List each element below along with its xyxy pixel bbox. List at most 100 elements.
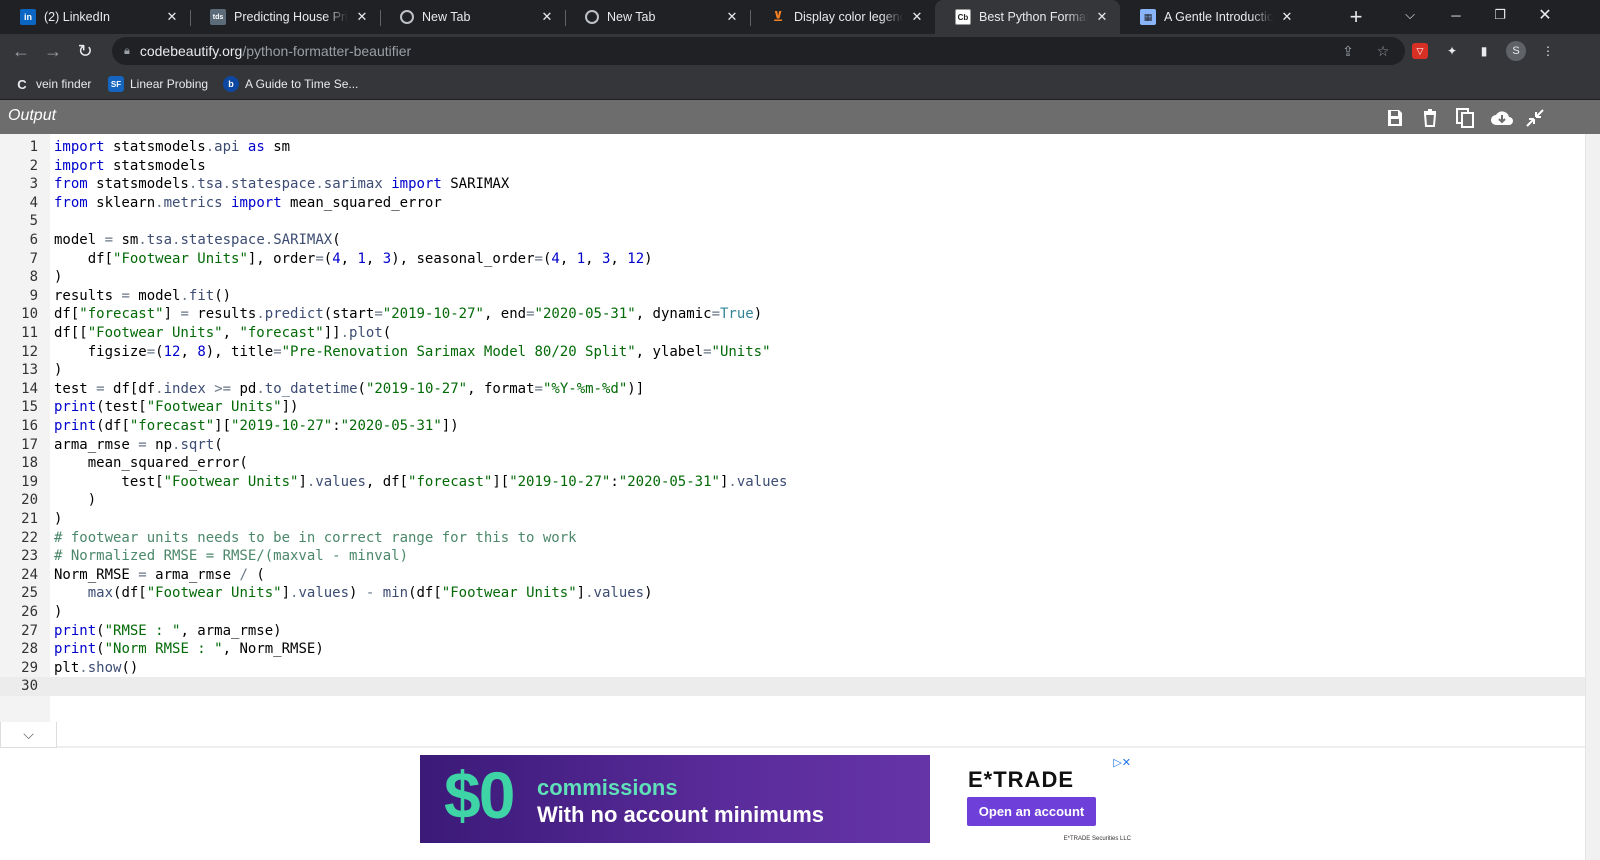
- code-line[interactable]: 8): [0, 268, 1585, 287]
- code-line[interactable]: 17 arma_rmse = np.sqrt(: [0, 436, 1585, 455]
- pocket-extension-icon[interactable]: ▽: [1412, 43, 1428, 59]
- bookmark-vein-finder[interactable]: C vein finder: [14, 75, 91, 93]
- close-icon[interactable]: ✕: [724, 9, 740, 25]
- tab-new-tab-2[interactable]: New Tab ✕: [565, 0, 750, 34]
- back-arrow-icon[interactable]: ←: [9, 39, 33, 63]
- code-line[interactable]: 20 ): [0, 491, 1585, 510]
- code-line[interactable]: 10 df["forecast"] = results.predict(start…: [0, 305, 1585, 324]
- cloud-download-icon[interactable]: [1488, 106, 1516, 130]
- code-line[interactable]: 29 plt.show(): [0, 659, 1585, 678]
- tab-best-python-formatter[interactable]: Cb Best Python Formatter a ✕: [935, 0, 1120, 34]
- new-tab-button[interactable]: +: [1344, 4, 1368, 29]
- code-line[interactable]: 11 df[["Footwear Units", "forecast"]].plo…: [0, 324, 1585, 343]
- horizontal-scrollbar[interactable]: [57, 746, 1585, 748]
- code-line[interactable]: 28 print("Norm RMSE : ", Norm_RMSE): [0, 640, 1585, 659]
- code-line[interactable]: 27 print("RMSE : ", arma_rmse): [0, 622, 1585, 641]
- line-number: 30: [21, 678, 38, 695]
- code-line[interactable]: 19 test["Footwear Units"].values, df["fo…: [0, 473, 1585, 492]
- output-header: Output: [0, 100, 1600, 134]
- line-code: ): [54, 511, 63, 527]
- line-number: 13: [21, 362, 38, 379]
- reload-icon[interactable]: ↻: [73, 39, 97, 63]
- article-icon: ▦: [1140, 9, 1156, 25]
- line-number: 19: [21, 473, 38, 490]
- line-number: 10: [21, 306, 38, 323]
- code-editor[interactable]: 1 import statsmodels.api as sm 2 import sta…: [0, 134, 1585, 748]
- code-line[interactable]: 25 max(df["Footwear Units"].values) - mi…: [0, 584, 1585, 603]
- code-line[interactable]: 5: [0, 212, 1585, 231]
- delete-icon[interactable]: [1418, 106, 1442, 130]
- profile-avatar[interactable]: S: [1506, 41, 1526, 61]
- share-icon[interactable]: ⇪: [1339, 42, 1357, 60]
- code-line[interactable]: 9 results = model.fit(): [0, 287, 1585, 306]
- line-code: ): [54, 269, 63, 286]
- tab-linkedin[interactable]: in (2) LinkedIn ✕: [0, 0, 190, 34]
- fold-toggle-chevron-down-icon[interactable]: ⌵: [0, 722, 57, 748]
- save-icon[interactable]: [1383, 106, 1407, 130]
- code-line[interactable]: 30: [0, 677, 1585, 696]
- restore-icon[interactable]: ❐: [1480, 0, 1520, 30]
- line-code: ): [54, 362, 63, 379]
- code-line[interactable]: 4 from sklearn.metrics import mean_square…: [0, 194, 1585, 213]
- code-line[interactable]: 6 model = sm.tsa.statespace.SARIMAX(: [0, 231, 1585, 250]
- code-line[interactable]: 2 import statsmodels: [0, 157, 1585, 176]
- close-icon[interactable]: ✕: [354, 9, 370, 25]
- code-line[interactable]: 16 print(df["forecast"]["2019-10-27":"202…: [0, 417, 1585, 436]
- minimize-icon[interactable]: ─: [1436, 0, 1476, 30]
- code-line[interactable]: 24 Norm_RMSE = arma_rmse / (: [0, 566, 1585, 585]
- code-line[interactable]: 15 print(test["Footwear Units"]): [0, 398, 1585, 417]
- code-line[interactable]: 3 from statsmodels.tsa.statespace.sarimax…: [0, 175, 1585, 194]
- side-panel-icon[interactable]: ▮: [1476, 43, 1492, 59]
- line-code: results = model.fit(): [54, 287, 232, 304]
- open-account-button[interactable]: Open an account: [967, 797, 1096, 826]
- close-icon[interactable]: ✕: [539, 9, 555, 25]
- code-line[interactable]: 18 mean_squared_error(: [0, 454, 1585, 473]
- close-icon[interactable]: ✕: [1094, 9, 1110, 25]
- bookmark-guide-time-series[interactable]: b A Guide to Time Se...: [223, 75, 358, 93]
- close-icon[interactable]: ✕: [164, 9, 180, 25]
- address-bar[interactable]: 🔒︎ codebeautify.org/python-formatter-bea…: [112, 37, 1405, 65]
- bookmark-label: vein finder: [36, 77, 92, 91]
- sf-icon: SF: [108, 76, 124, 92]
- line-code: print("RMSE : ", arma_rmse): [54, 622, 282, 639]
- code-line[interactable]: 1 import statsmodels.api as sm: [0, 138, 1585, 157]
- code-line[interactable]: 23 # Normalized RMSE = RMSE/(maxval - min…: [0, 547, 1585, 566]
- tds-icon: tds: [210, 9, 226, 25]
- line-number: 25: [21, 585, 38, 602]
- bookmark-star-icon[interactable]: ☆: [1374, 42, 1392, 60]
- line-code: max(df["Footwear Units"].values) - min(d…: [87, 585, 653, 602]
- page-scrollbar[interactable]: [1585, 134, 1600, 860]
- code-line[interactable]: 22 # footwear units needs to be in correc…: [0, 529, 1585, 548]
- line-number: 17: [21, 436, 38, 453]
- code-line[interactable]: 14 test = df[df.index >= pd.to_datetime("…: [0, 380, 1585, 399]
- close-icon[interactable]: ✕: [909, 9, 925, 25]
- tab-gentle-introduction[interactable]: ▦ A Gentle Introduction t ✕: [1120, 0, 1305, 34]
- line-code: plt.show(): [54, 659, 139, 676]
- code-line[interactable]: 13): [0, 361, 1585, 380]
- collapse-icon[interactable]: [1523, 106, 1547, 130]
- c-icon: C: [17, 76, 27, 92]
- forward-arrow-icon[interactable]: →: [41, 39, 65, 63]
- etrade-ad-banner[interactable]: $0 commissions With no account minimums …: [420, 755, 1133, 843]
- tab-predicting-house[interactable]: tds Predicting House Prices ✕: [190, 0, 380, 34]
- code-line[interactable]: 21): [0, 510, 1585, 529]
- copy-icon[interactable]: [1453, 106, 1477, 130]
- line-code: # footwear units needs to be in correct …: [54, 529, 577, 546]
- code-line[interactable]: 7 df["Footwear Units"], order=(4, 1, 3),…: [0, 250, 1585, 269]
- code-line[interactable]: 26): [0, 603, 1585, 622]
- tab-new-tab-1[interactable]: New Tab ✕: [380, 0, 565, 34]
- output-title: Output: [8, 107, 57, 124]
- extensions-puzzle-icon[interactable]: ✦: [1444, 43, 1460, 59]
- code-line[interactable]: 12 figsize=(12, 8), title="Pre-Renovatio…: [0, 343, 1585, 362]
- tab-title: A Gentle Introduction t: [1164, 10, 1273, 24]
- url-domain: codebeautify.org: [139, 43, 243, 59]
- tab-display-color-legend[interactable]: ⊻ Display color legend on ✕: [750, 0, 935, 34]
- ad-choices-close-icon[interactable]: ▷✕: [1113, 756, 1131, 769]
- line-code: figsize=(12, 8), title="Pre-Renovation S…: [54, 343, 771, 360]
- tab-search-chevron-icon[interactable]: ⌵: [1390, 0, 1430, 30]
- bookmarks-bar: C vein finder SF Linear Probing b A Guid…: [0, 68, 1600, 100]
- more-menu-icon[interactable]: ⋮: [1540, 43, 1556, 59]
- close-icon[interactable]: ✕: [1279, 9, 1295, 25]
- bookmark-linear-probing[interactable]: SF Linear Probing: [108, 75, 208, 93]
- window-close-icon[interactable]: ✕: [1525, 0, 1565, 30]
